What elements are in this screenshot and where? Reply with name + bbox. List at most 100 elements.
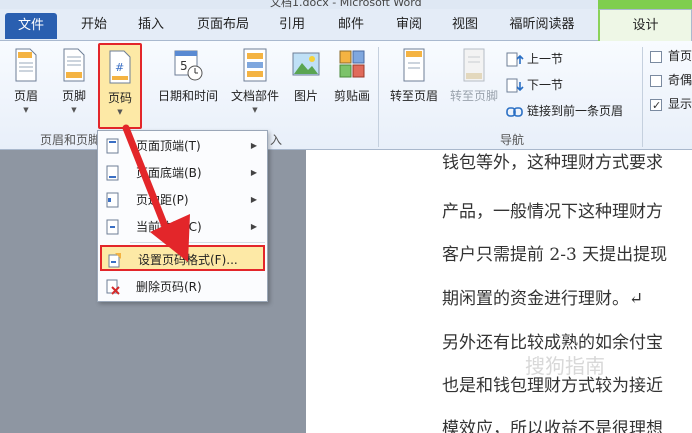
group-divider [378,47,379,147]
different-first-page-label: 首页 [668,49,692,63]
remove-page-number-icon [106,279,120,295]
link-to-previous-button[interactable]: 链接到前一条页眉 [506,101,623,121]
goto-footer-label: 转至页脚 [449,89,498,103]
show-document-text-label: 显示 [668,97,692,111]
doc-line: 期闲置的资金进行理财。↵ [442,289,644,309]
ribbon-tabs: 文件 开始 插入 页面布局 引用 邮件 审阅 视图 福昕阅读器 设计 [0,9,692,42]
previous-section-icon [506,52,524,66]
goto-footer-icon [463,48,485,82]
page-margin-icon [106,192,119,208]
goto-footer-button[interactable]: 转至页脚 [444,47,504,127]
page-top-icon [106,138,119,154]
doc-line: 客户只需提前 2-3 天提出提现 [442,245,668,265]
datetime-label: 日期和时间 [157,89,218,103]
clipart-label: 剪贴画 [333,89,370,103]
clipart-icon [339,50,365,78]
document-parts-icon [243,48,267,82]
group-label-header-footer: 页眉和页脚 [40,133,101,147]
datetime-button[interactable]: 5 日期和时间 [154,47,222,127]
menu-item-page-margins[interactable]: 页边距(P) ▶ [100,187,265,213]
goto-header-icon [403,48,425,82]
tab-design[interactable]: 设计 [598,9,692,42]
clipart-button[interactable]: 剪贴画 [330,47,374,127]
tab-references[interactable]: 引用 [266,9,318,41]
watermark: 搜狗指南 [525,354,605,378]
header-label: 页眉 [13,89,38,103]
menu-separator [130,242,265,243]
link-chain-icon [506,106,523,117]
goto-header-button[interactable]: 转至页眉 [384,47,444,127]
page-number-label: 页码 [107,91,132,105]
document-parts-label: 文档部件 [230,89,279,103]
show-document-text-checkbox[interactable] [650,97,662,115]
next-section-label: 下一节 [527,78,564,92]
group-label-insert: 入 [270,133,283,147]
footer-button[interactable]: 页脚 ▼ [54,47,94,127]
format-page-number-icon [108,253,121,268]
window-title: 文档1.docx - Microsoft Word [270,0,422,9]
menu-item-current-position[interactable]: 当前位置(C) ▶ [100,214,265,240]
different-odd-even-label: 奇偶 [668,73,692,87]
tab-review[interactable]: 审阅 [384,9,434,41]
document-parts-button[interactable]: 文档部件 ▼ [226,47,284,127]
menu-item-bottom-of-page[interactable]: 页面底端(B) ▶ [100,160,265,186]
doc-line: 钱包等外，这种理财方式要求 [442,153,663,173]
header-footer-tools-strip [598,0,692,9]
page-number-icon: # [109,50,131,84]
picture-label: 图片 [293,89,318,103]
tab-home[interactable]: 开始 [66,9,122,41]
menu-item-label: 当前位置(C) [136,220,202,234]
document-parts-dropdown-icon: ▼ [252,106,258,114]
menu-item-label: 页面顶端(T) [136,139,201,153]
next-section-button[interactable]: 下一节 [506,75,563,95]
different-first-page-checkbox[interactable] [650,50,662,63]
header-button[interactable]: 页眉 ▼ [6,47,46,127]
submenu-arrow-icon: ▶ [250,141,257,150]
submenu-arrow-icon: ▶ [250,222,257,231]
title-bar: 文档1.docx - Microsoft Word [0,0,692,9]
next-section-icon [506,78,524,92]
menu-item-label: 页面底端(B) [136,166,202,180]
header-icon [15,48,37,82]
different-odd-even-option[interactable]: 奇偶 [650,71,692,89]
picture-icon [292,52,320,76]
different-first-page-option[interactable]: 首页 [650,47,692,65]
tab-view[interactable]: 视图 [440,9,490,41]
menu-item-top-of-page[interactable]: 页面顶端(T) ▶ [100,133,265,159]
calendar-clock-icon: 5 [174,50,203,81]
doc-line: 产品，一般情况下这种理财方 [442,202,663,222]
group-divider [642,47,643,147]
menu-item-label: 设置页码格式(F)... [138,253,238,267]
tab-insert[interactable]: 插入 [126,9,176,41]
page-number-dropdown-icon: ▼ [117,108,123,116]
footer-label: 页脚 [61,89,86,103]
page-bottom-icon [106,165,119,181]
tab-mailings[interactable]: 邮件 [326,9,376,41]
menu-item-label: 删除页码(R) [136,280,202,294]
header-dropdown-icon: ▼ [23,106,29,114]
tab-file[interactable]: 文件 [5,13,57,39]
picture-button[interactable]: 图片 [286,47,326,127]
menu-item-label: 页边距(P) [136,193,189,207]
show-document-text-option[interactable]: 显示 [650,95,692,115]
link-to-previous-label: 链接到前一条页眉 [527,104,624,118]
svg-text:5: 5 [180,59,188,73]
page-number-menu: 页面顶端(T) ▶ 页面底端(B) ▶ 页边距(P) ▶ 当前位置(C) ▶ 设… [97,130,268,302]
footer-dropdown-icon: ▼ [71,106,77,114]
tab-foxit-reader[interactable]: 福昕阅读器 [498,9,586,41]
footer-icon [63,48,85,82]
previous-section-button[interactable]: 上一节 [506,49,563,69]
menu-item-format-page-numbers[interactable]: 设置页码格式(F)... [100,245,265,271]
page-number-button[interactable]: # 页码 ▼ [98,43,142,129]
tab-page-layout[interactable]: 页面布局 [184,9,262,41]
previous-section-label: 上一节 [527,52,564,66]
submenu-arrow-icon: ▶ [250,195,257,204]
svg-text:#: # [115,61,124,74]
goto-header-label: 转至页眉 [389,89,438,103]
group-label-navigation: 导航 [500,133,525,147]
different-odd-even-checkbox[interactable] [650,74,662,87]
submenu-arrow-icon: ▶ [250,168,257,177]
doc-line: 模效应，所以收益不是很理想 [442,419,663,433]
menu-item-remove-page-numbers[interactable]: 删除页码(R) [100,274,265,300]
current-position-icon [106,219,119,235]
